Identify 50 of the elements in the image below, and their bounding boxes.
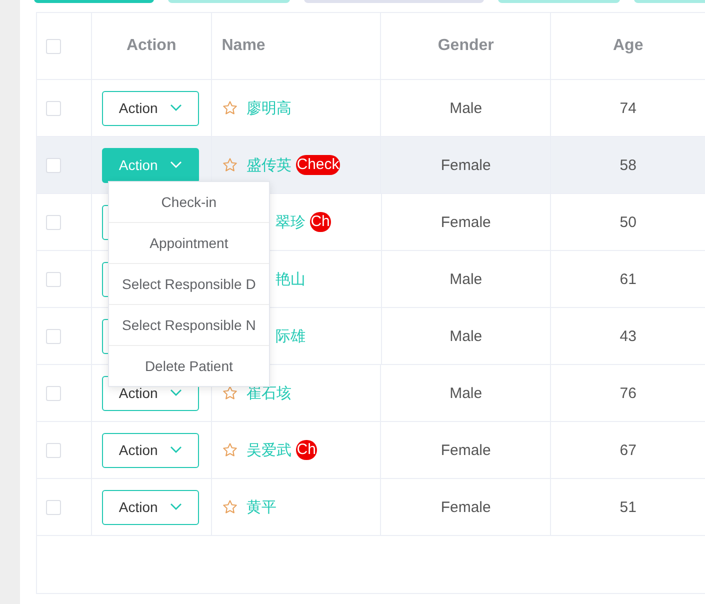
checkbox[interactable] [46,386,62,400]
caret-icon [170,161,182,169]
status-badge: Check [296,155,340,175]
checkbox[interactable] [46,328,62,344]
table-cell: Male [450,100,482,116]
table-cell: Female [440,156,491,174]
star-icon[interactable] [222,385,238,401]
table-cell: Male [450,384,482,402]
caret-icon [170,389,182,397]
action-dropdown-button[interactable]: Action [102,90,199,126]
table-cell: 67 [620,442,636,458]
status-badge: Ch [296,440,317,460]
menu-item[interactable]: Appointment [108,222,269,263]
status-badge: Ch [310,212,331,232]
table-cell: Female [440,442,491,458]
menu-item[interactable]: Select Responsible D [108,263,269,304]
table-cell: 58 [620,156,636,174]
table-cell: Male [450,328,482,344]
table-cell: 51 [620,498,636,516]
table-cell: 50 [620,214,636,230]
menu-item[interactable]: Delete Patient [108,345,269,386]
caret-icon [170,503,182,511]
table-cell: 76 [620,384,636,402]
column-header: Age [612,37,644,55]
checkbox[interactable] [46,442,62,458]
star-icon[interactable] [222,100,238,116]
menu-item[interactable]: Select Responsible N [108,304,269,345]
action-dropdown-button[interactable]: Action [102,490,199,524]
checkbox[interactable] [46,158,62,172]
checkbox[interactable] [46,500,62,514]
checkbox[interactable] [46,272,62,286]
caret-icon [170,104,182,112]
checkbox[interactable] [46,100,62,116]
table-cell: Female [440,498,491,516]
table-cell: Female [440,214,491,230]
checkbox[interactable] [46,214,62,230]
table-cell: 74 [620,100,636,116]
table-cell: 43 [620,328,636,344]
column-header: Name [222,37,266,55]
table-cell: Male [450,270,482,288]
star-icon[interactable] [222,499,238,515]
checkbox[interactable] [46,38,62,54]
star-icon[interactable] [222,157,238,173]
action-dropdown-button[interactable]: Action [102,432,199,468]
caret-icon [170,446,182,454]
menu-item[interactable]: Check-in [108,182,269,222]
table-cell: 61 [620,270,636,288]
column-header: Gender [438,37,494,55]
column-header: Action [126,37,176,55]
star-icon[interactable] [222,442,238,458]
